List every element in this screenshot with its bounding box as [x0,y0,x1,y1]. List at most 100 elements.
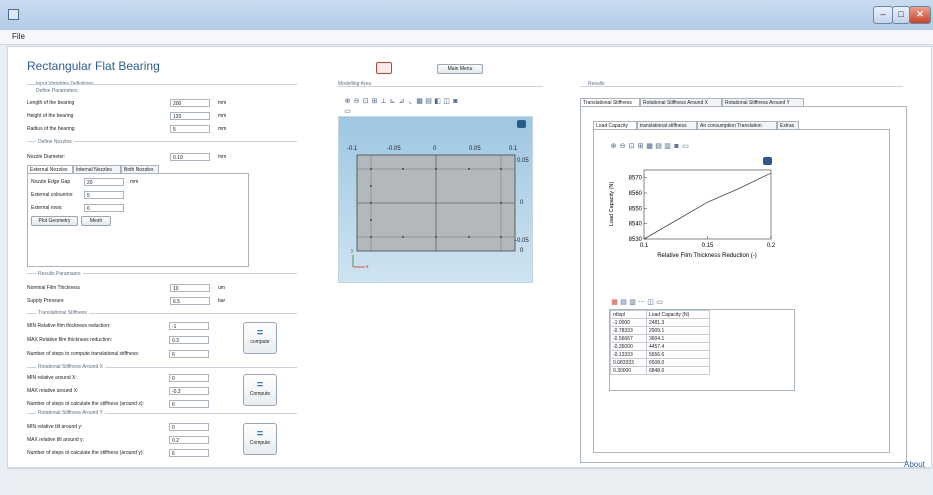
export-image-button[interactable] [376,62,392,74]
column-header[interactable]: Load Capacity (N) [645,310,711,319]
roty-min-input[interactable]: 0 [169,423,209,431]
camera-icon[interactable]: ◙ [673,143,680,150]
divider [338,86,543,87]
copy-icon[interactable]: ◫ [647,299,654,306]
table-cell: 5656.6 [645,350,711,359]
view-yz-icon[interactable]: ⊿ [398,98,405,105]
length-input[interactable]: 200 [170,99,210,107]
height-input[interactable]: 120 [170,112,210,120]
trans-steps-input[interactable]: 6 [169,350,209,358]
table-cell: -0.56667 [610,334,647,343]
view-axis-icon[interactable]: ⟂ [380,98,387,105]
ext-rows-input[interactable]: 6 [84,204,124,212]
about-link[interactable]: About [904,460,925,469]
close-button[interactable]: ✕ [909,6,931,24]
transparency-icon[interactable]: ◫ [443,98,450,105]
zoom-in-icon[interactable]: ⊕ [344,98,351,105]
compute-icon: = [256,379,264,391]
nozzle-point [402,168,404,170]
canvas-view-icon[interactable] [517,120,526,128]
main-menu-button[interactable]: Main Menu [437,64,483,74]
rotx-min-input[interactable]: 0 [169,374,209,382]
roty-steps-input[interactable]: 6 [169,449,209,457]
zoom-box-icon[interactable]: ⊡ [362,98,369,105]
xtick-label: 0.05 [469,146,481,152]
nozzle-point [500,168,502,170]
rotx-steps-input[interactable]: 6 [169,400,209,408]
trans-max-input[interactable]: 0.3 [169,336,209,344]
column-header[interactable]: rdispl [610,310,647,319]
camera-icon[interactable]: ◙ [452,98,459,105]
table-cell: 2909.1 [645,326,711,335]
rotx-min-label: MIN relative around X: [27,375,77,381]
ext-columns-input[interactable]: 5 [84,191,124,199]
ytick-label: 0 [520,200,524,206]
edge-gap-input[interactable]: 20 [84,178,124,186]
nozzle-diameter-label: Nozzle Diameter: [27,154,66,160]
view-xy-icon[interactable]: ⊾ [389,98,396,105]
zoom-out-icon[interactable]: ⊖ [353,98,360,105]
roty-max-input[interactable]: 0.2 [169,436,209,444]
zoom-extents-icon[interactable]: ⊞ [371,98,378,105]
table-row[interactable]: -0.78333 2909.1 [610,326,711,335]
maximize-button[interactable]: □ [892,6,910,24]
table-view-icon[interactable]: ▤ [655,143,662,150]
print-icon[interactable]: ▭ [682,143,689,150]
mesh-view-icon[interactable]: ▤ [425,98,432,105]
compute-rotx-button[interactable]: = Compute [243,374,277,406]
compute-translational-button[interactable]: = compute [243,322,277,354]
menu-file[interactable]: File [12,32,25,41]
supply-pressure-input[interactable]: 6.5 [170,297,210,305]
zoom-box-icon[interactable]: ⊡ [628,143,635,150]
table-row[interactable]: 0.083333 6508.0 [610,358,711,367]
table-row[interactable]: -1.0000 2481.3 [610,318,711,327]
translational-group-title: Translational Stiffness [36,310,89,316]
table-selected-icon[interactable]: ▤ [620,299,627,306]
minimize-button[interactable]: – [873,6,893,24]
film-thickness-input[interactable]: 10 [170,284,210,292]
nozzle-diameter-input[interactable]: 0.19 [170,153,210,161]
plot-area [643,169,772,240]
table-row[interactable]: 0.30000 6848.0 [610,366,711,375]
compute-translational-label: compute [250,339,270,345]
load-capacity-chart: 85308540855085608570 0.1 0.15 0.2 Load Cap… [609,169,776,259]
table-icon[interactable]: ▦ [611,299,618,306]
precision-icon[interactable]: ⋯ [638,299,645,306]
window-titlebar: – □ ✕ [0,0,933,31]
zoom-in-icon[interactable]: ⊕ [610,143,617,150]
radius-unit: mm [218,126,227,132]
table-row[interactable]: -0.56667 3604.1 [610,334,711,343]
export-icon[interactable]: ▭ [656,299,663,306]
ytick-label: -0.05 [515,238,529,244]
trans-min-input[interactable]: -1 [169,322,209,330]
zoom-out-icon[interactable]: ⊖ [619,143,626,150]
table-cell: 6848.0 [645,366,711,375]
column-icon[interactable]: ▥ [629,299,636,306]
radius-input[interactable]: 5 [170,125,210,133]
compute-icon: = [256,428,264,440]
y-tick-label: 8570 [629,176,643,182]
zoom-extents-icon[interactable]: ⊞ [637,143,644,150]
table-cell: 2481.3 [645,318,711,327]
mesh-button[interactable]: Mesh [81,216,111,226]
table-row[interactable]: -0.35000 4457.4 [610,342,711,351]
rotx-steps-label: Number of steps ot calculate the stiffne… [27,401,144,407]
modelling-canvas[interactable]: -0.1 -0.05 0 0.05 0.1 0.05 0 -0.05 0 y x [338,116,533,283]
plot-geometry-button[interactable]: Plot Geometry [31,216,78,226]
table-row[interactable]: -0.13333 5656.6 [610,350,711,359]
table-cell: -0.13333 [610,350,647,359]
compute-roty-button[interactable]: = Compute [243,423,277,455]
nozzle-point [402,236,404,238]
nozzle-point [500,236,502,238]
y-tick-label: 8540 [629,222,643,228]
ytick-label: 0.05 [517,158,529,164]
grid-icon[interactable]: ▦ [416,98,423,105]
print-icon[interactable]: ▭ [344,108,351,115]
x-tick-label: 0.15 [702,243,714,249]
rotx-max-input[interactable]: -0.2 [169,387,209,395]
nozzle-point [435,236,437,238]
scene-light-icon[interactable]: ◧ [434,98,441,105]
grid-icon[interactable]: ▦ [646,143,653,150]
view-zx-icon[interactable]: ⌞ [407,98,414,105]
log-scale-icon[interactable]: ▥ [664,143,671,150]
